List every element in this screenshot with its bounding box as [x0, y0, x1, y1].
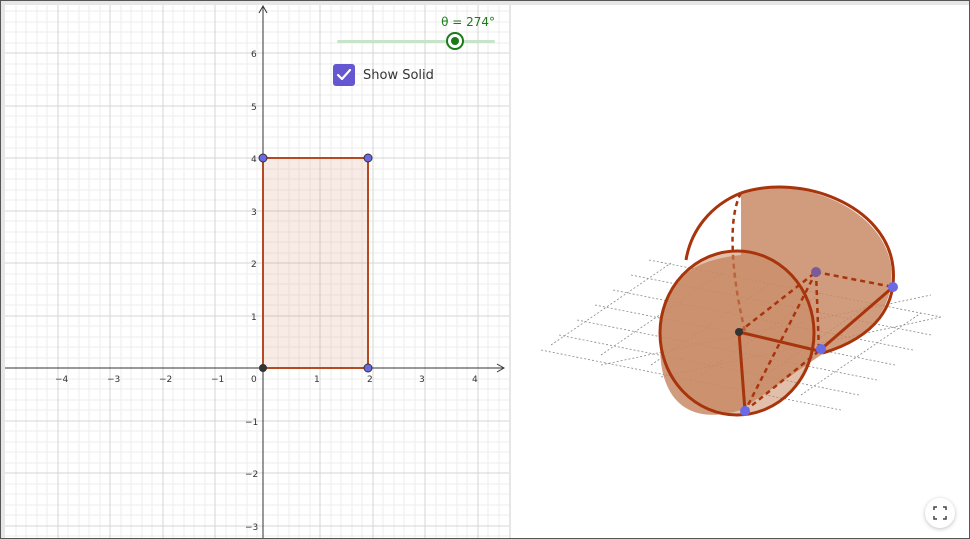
x-tick: −1 [211, 375, 224, 385]
x-tick: −3 [107, 375, 120, 385]
slider-track[interactable] [337, 40, 495, 43]
fullscreen-icon [933, 506, 947, 520]
cylinder-solid[interactable] [658, 185, 898, 417]
x-tick: 3 [419, 375, 425, 385]
y-tick: 1 [251, 313, 257, 323]
x-tick: −2 [159, 375, 172, 385]
y-tick: 4 [251, 155, 257, 165]
x-tick: 1 [314, 375, 320, 385]
x-tick: 0 [251, 375, 257, 385]
y-tick: −1 [245, 418, 258, 428]
y-tick: −2 [245, 470, 258, 480]
y-tick: −3 [245, 523, 258, 533]
show-solid-checkbox[interactable]: Show Solid [333, 63, 434, 87]
graphics-2d-view[interactable]: −4 −3 −2 −1 0 1 2 3 4 6 5 4 3 2 1 −1 −2 … [5, 5, 509, 538]
graph-3d-canvas[interactable] [511, 5, 969, 539]
point-c[interactable] [363, 153, 373, 163]
point-3d-b[interactable] [816, 344, 826, 354]
point-3d-hidden[interactable] [811, 267, 821, 277]
checkbox-label: Show Solid [363, 67, 434, 83]
graphics-3d-view[interactable] [511, 5, 969, 539]
point-d[interactable] [258, 153, 268, 163]
y-tick: 5 [251, 103, 257, 113]
rectangle-polygon[interactable] [262, 157, 369, 369]
point-origin [259, 364, 267, 372]
point-3d-origin [735, 328, 743, 336]
slider-label: θ = 274° [441, 15, 495, 29]
fullscreen-button[interactable] [925, 498, 955, 528]
x-tick: 2 [367, 375, 373, 385]
y-tick: 2 [251, 260, 257, 270]
checkbox-box[interactable] [333, 64, 355, 86]
check-icon [336, 68, 352, 81]
point-3d-c[interactable] [888, 282, 898, 292]
app-frame: −4 −3 −2 −1 0 1 2 3 4 6 5 4 3 2 1 −1 −2 … [0, 0, 970, 539]
x-tick: −4 [55, 375, 69, 385]
point-3d-d[interactable] [740, 406, 750, 416]
y-tick: 3 [251, 208, 257, 218]
theta-slider[interactable]: θ = 274° [335, 15, 500, 55]
slider-knob[interactable] [446, 32, 464, 50]
x-tick: 4 [472, 375, 478, 385]
y-tick: 6 [251, 50, 257, 60]
point-b[interactable] [363, 363, 373, 373]
